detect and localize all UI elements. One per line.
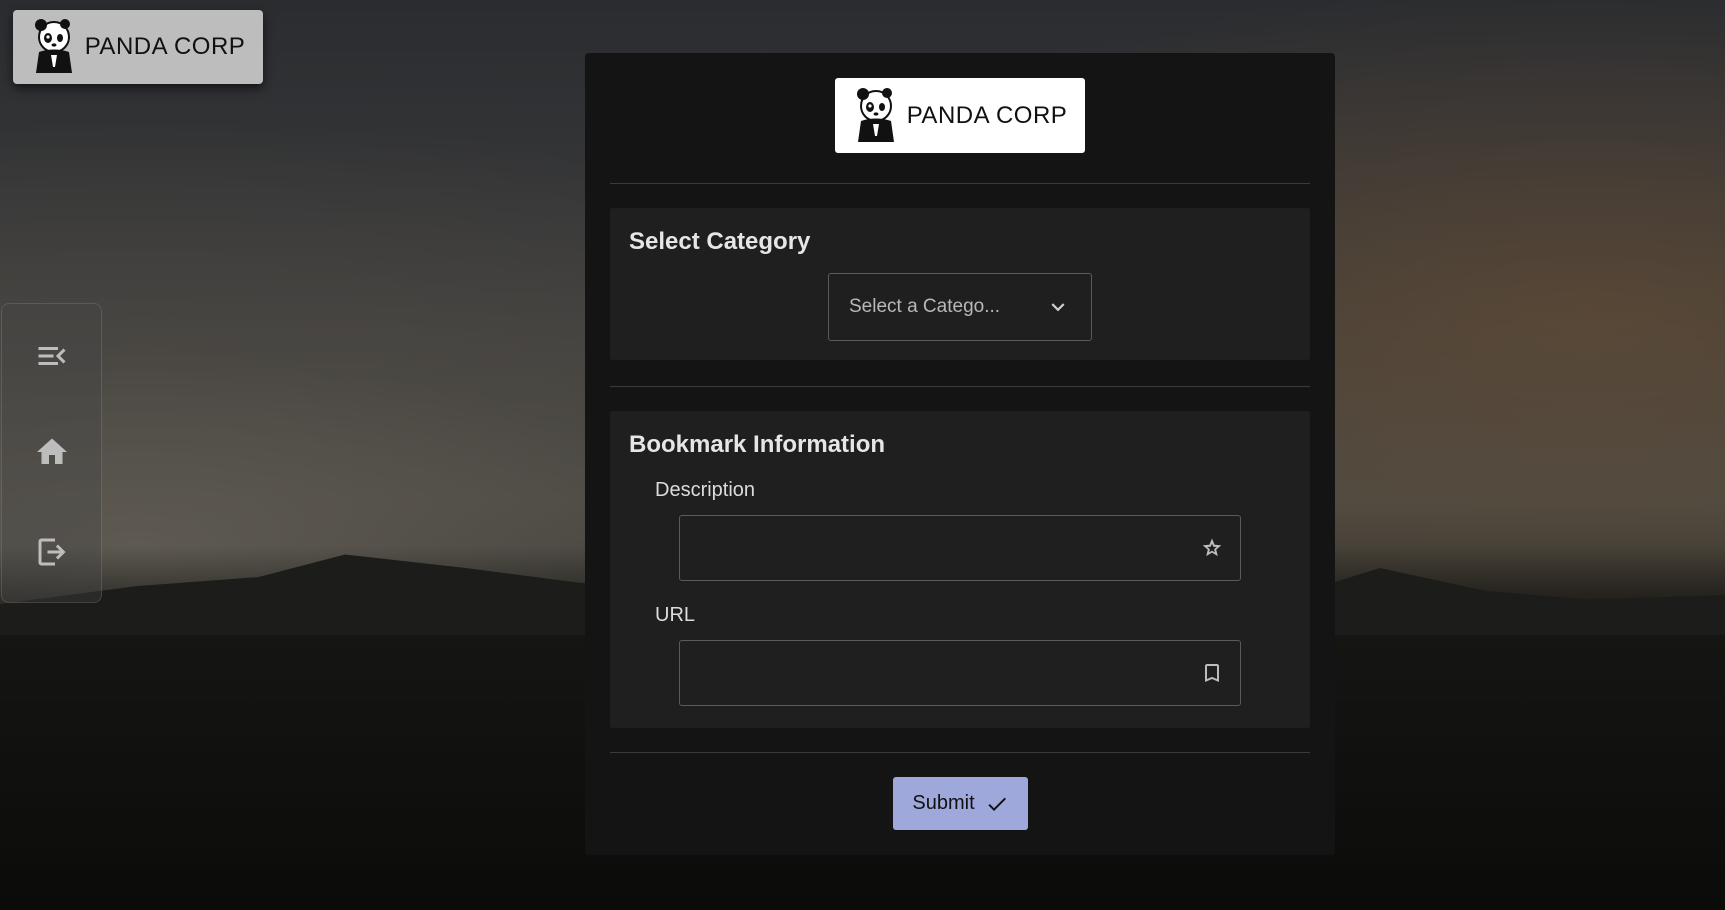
- menu-open-icon: [38, 347, 66, 365]
- divider: [610, 752, 1310, 753]
- bookmark-section: Bookmark Information Description URL: [610, 411, 1310, 728]
- home-icon: [37, 438, 67, 464]
- submit-label: Submit: [912, 792, 975, 814]
- logout-icon: [38, 538, 66, 566]
- category-section: Select Category Select a Catego...: [610, 208, 1310, 360]
- divider: [610, 183, 1310, 184]
- description-field-wrapper: [679, 515, 1241, 581]
- category-select-value: Select a Catego...: [849, 296, 1001, 317]
- bookmark-form-card: PANDA CORP Select Category Select a Cate…: [585, 53, 1335, 855]
- bookmark-outline-icon: [1205, 664, 1219, 682]
- description-label: Description: [655, 479, 756, 501]
- chevron-down-icon: [1051, 303, 1065, 312]
- url-input[interactable]: [694, 661, 1200, 685]
- category-select[interactable]: Select a Catego...: [828, 273, 1092, 341]
- card-logo-text: PANDA CORP: [906, 101, 1068, 129]
- bookmark-section-title: Bookmark Information: [629, 431, 886, 458]
- category-section-title: Select Category: [629, 228, 811, 255]
- url-label: URL: [655, 604, 696, 626]
- sidebar: [1, 303, 102, 603]
- card-logo: PANDA CORP: [835, 78, 1085, 153]
- submit-button[interactable]: Submit: [893, 777, 1028, 830]
- sidebar-item-logout[interactable]: [32, 532, 72, 572]
- corner-logo[interactable]: PANDA CORP: [13, 10, 263, 84]
- corner-logo-text: PANDA CORP: [84, 33, 246, 60]
- panda-icon: [34, 19, 72, 73]
- check-icon: [988, 797, 1006, 811]
- sidebar-item-menu[interactable]: [32, 336, 72, 376]
- description-input[interactable]: [694, 536, 1200, 560]
- divider: [610, 386, 1310, 387]
- panda-icon: [856, 87, 894, 142]
- url-field-wrapper: [679, 640, 1241, 706]
- sidebar-item-home[interactable]: [32, 432, 72, 472]
- star-outline-icon: [1202, 538, 1222, 557]
